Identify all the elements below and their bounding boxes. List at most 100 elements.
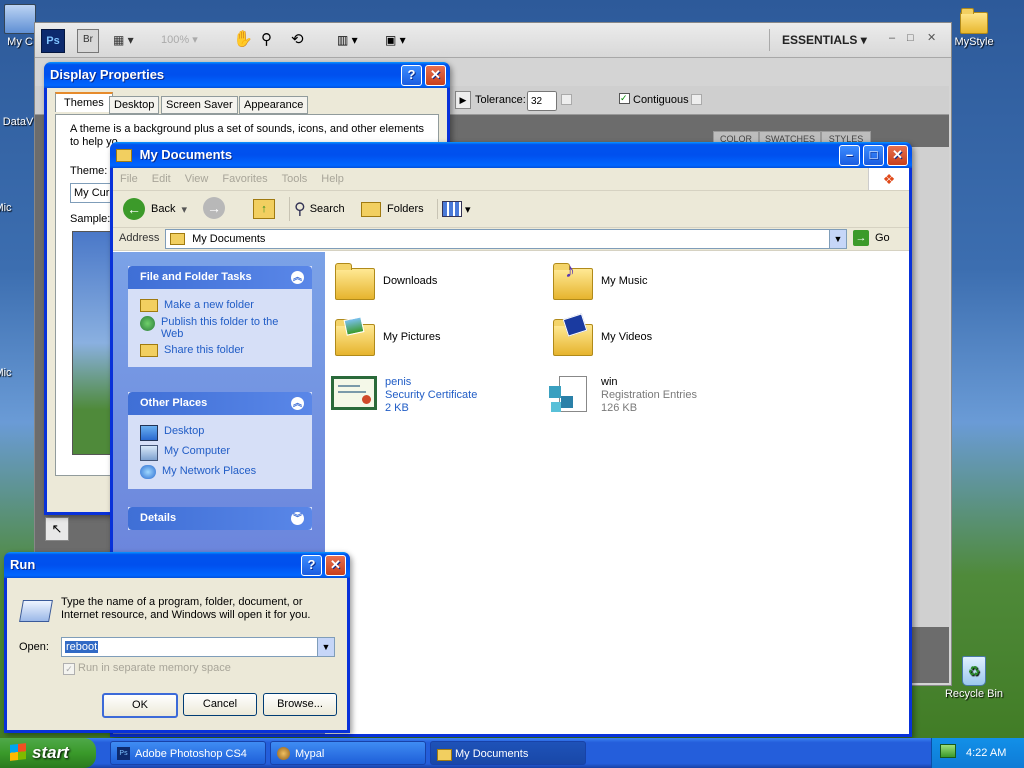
tab-screen-saver[interactable]: Screen Saver (161, 96, 238, 114)
arrange-documents-icon[interactable]: ▥ ▾ (337, 29, 371, 51)
browse-button[interactable]: Browse... (263, 693, 337, 716)
theme-value: My Curr (74, 187, 114, 199)
close-button[interactable]: ✕ (887, 145, 908, 166)
tolerance-input[interactable] (527, 91, 557, 111)
back-button[interactable]: ← Back ▾ (123, 197, 187, 221)
collapse-chevron-icon[interactable]: ︽ (291, 397, 304, 410)
desktop-icon-mic-1[interactable]: Mic (0, 202, 28, 214)
run-dialog[interactable]: Run ? ✕ Type the name of a program, fold… (4, 552, 350, 733)
screen-mode-2-icon[interactable]: ▣ ▾ (385, 29, 419, 51)
minimize-icon[interactable]: – (889, 29, 901, 51)
move-tool-icon[interactable]: ↖ (45, 517, 69, 541)
views-button[interactable]: ▾ (437, 199, 471, 219)
windows-flag-icon (10, 743, 26, 761)
menu-favorites[interactable]: Favorites (215, 168, 274, 190)
help-button[interactable]: ? (301, 555, 322, 576)
separate-memory-label: Run in separate memory space (78, 662, 231, 674)
dropdown-icon[interactable]: ▼ (317, 638, 334, 656)
desktop-icon (140, 425, 158, 441)
screen-mode-icon[interactable]: ▦ ▾ (113, 29, 147, 51)
close-button[interactable]: ✕ (325, 555, 346, 576)
cancel-button[interactable]: Cancel (183, 693, 257, 716)
task-share-folder[interactable]: Share this folder (140, 344, 302, 357)
file-type: Security Certificate (385, 389, 478, 401)
minimize-button[interactable]: – (839, 145, 860, 166)
place-my-computer[interactable]: My Computer (140, 445, 302, 461)
help-button[interactable]: ? (401, 65, 422, 86)
run-titlebar[interactable]: Run ? ✕ (4, 552, 350, 578)
tray-network-icon[interactable] (940, 744, 956, 758)
tab-desktop[interactable]: Desktop (109, 96, 160, 114)
address-value: My Documents (192, 233, 266, 245)
sample-label: Sample: (70, 213, 111, 225)
search-label: Search (309, 203, 345, 215)
bridge-icon[interactable]: Br (77, 29, 99, 53)
system-tray: 4:22 AM (931, 738, 1024, 768)
tab-appearance[interactable]: Appearance (239, 96, 309, 114)
ok-button[interactable]: OK (102, 693, 178, 718)
menu-edit[interactable]: Edit (145, 168, 178, 190)
anti-alias-checkbox[interactable] (561, 94, 572, 105)
sample-all-checkbox[interactable] (691, 94, 702, 105)
back-label: Back (151, 203, 176, 215)
menu-view[interactable]: View (178, 168, 216, 190)
zoom-tool-icon[interactable]: ⚲ (261, 29, 281, 51)
separate-memory-checkbox[interactable]: ✓ (63, 663, 75, 675)
open-combobox[interactable]: reboot ▼ (61, 637, 335, 657)
menu-bar: File Edit View Favorites Tools Help ❖ (113, 168, 909, 191)
start-button[interactable]: start (0, 738, 96, 768)
task-label: My Documents (455, 748, 529, 760)
maximize-icon[interactable]: □ (907, 29, 919, 51)
computer-icon (140, 445, 158, 461)
file-item-my-pictures[interactable]: My Pictures (333, 316, 440, 358)
close-icon[interactable]: ✕ (927, 29, 939, 51)
search-button[interactable]: ⚲ Search (289, 197, 345, 221)
file-item-win-registry[interactable]: win Registration Entries 126 KB (549, 376, 697, 420)
place-my-network-places[interactable]: My Network Places (140, 465, 302, 479)
hand-tool-icon[interactable]: ✋ (233, 29, 253, 51)
workspace-label: ESSENTIALS (782, 33, 858, 47)
desktop-icon-mic-2[interactable]: Mic (0, 367, 28, 379)
contiguous-checkbox[interactable]: ✓ (619, 93, 630, 104)
collapse-chevron-icon[interactable]: ︽ (291, 271, 304, 284)
task-photoshop[interactable]: Ps Adobe Photoshop CS4 (110, 741, 266, 765)
folders-button[interactable]: Folders (361, 197, 424, 221)
up-folder-icon[interactable]: ↑ (253, 199, 275, 219)
menu-help[interactable]: Help (314, 168, 351, 190)
options-arrow-icon[interactable]: ▶ (455, 91, 471, 109)
tab-themes[interactable]: Themes (55, 92, 113, 112)
display-properties-titlebar[interactable]: Display Properties ? ✕ (44, 62, 450, 88)
menu-tools[interactable]: Tools (275, 168, 315, 190)
desktop-icon-mystyle[interactable]: MyStyle (944, 8, 1004, 48)
rotate-view-icon[interactable]: ⟲ (291, 29, 311, 51)
zoom-level[interactable]: 100% ▾ (161, 29, 211, 51)
photoshop-icon: Ps (117, 747, 130, 760)
place-label: My Computer (164, 445, 231, 457)
file-folder-tasks-header[interactable]: File and Folder Tasks ︽ (128, 266, 312, 289)
address-dropdown-icon[interactable]: ▼ (829, 230, 846, 248)
workspace-switcher[interactable]: ESSENTIALS ▾ (769, 29, 892, 51)
close-button[interactable]: ✕ (425, 65, 446, 86)
file-item-my-videos[interactable]: My Videos (551, 313, 652, 358)
clock[interactable]: 4:22 AM (966, 747, 1006, 759)
folder-icon (960, 8, 988, 34)
task-publish-folder[interactable]: Publish this folder to the Web (140, 316, 302, 340)
expand-chevron-icon[interactable]: ︾ (291, 512, 304, 525)
address-input[interactable]: My Documents ▼ (165, 229, 847, 249)
task-make-new-folder[interactable]: Make a new folder (140, 299, 302, 312)
file-item-my-music[interactable]: ♪ My Music (551, 260, 647, 302)
menu-file[interactable]: File (113, 168, 145, 190)
maximize-button[interactable]: □ (863, 145, 884, 166)
task-my-documents[interactable]: My Documents (430, 741, 586, 765)
other-places-header[interactable]: Other Places ︽ (128, 392, 312, 415)
details-header[interactable]: Details ︾ (128, 507, 312, 530)
desktop-icon-label: Recycle Bin (944, 688, 1004, 700)
go-button[interactable]: → Go (853, 230, 890, 246)
task-mypal[interactable]: Mypal (270, 741, 426, 765)
explorer-titlebar[interactable]: My Documents – □ ✕ (110, 142, 912, 168)
file-item-penis-certificate[interactable]: penis Security Certificate 2 KB (331, 376, 477, 415)
forward-button[interactable]: → (203, 197, 225, 219)
file-item-downloads[interactable]: Downloads (333, 260, 437, 302)
ps-logo-icon[interactable]: Ps (41, 29, 65, 53)
place-desktop[interactable]: Desktop (140, 425, 302, 441)
